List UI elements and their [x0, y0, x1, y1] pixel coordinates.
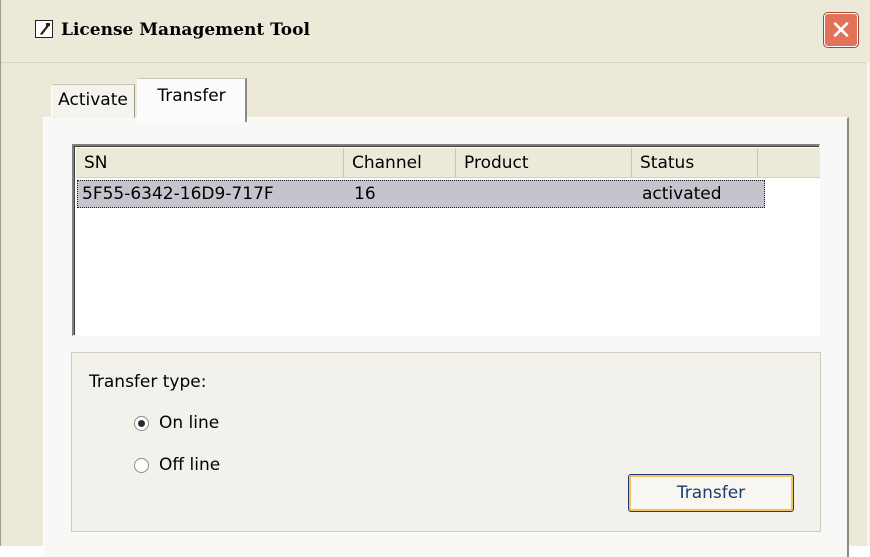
column-header-status[interactable]: Status [632, 148, 758, 178]
cell-product [462, 181, 638, 207]
transfer-type-label: Transfer type: [89, 372, 207, 392]
license-management-window: License Management Tool ✕ Activate Trans… [0, 0, 870, 557]
app-icon [35, 20, 53, 38]
license-list[interactable]: SN Channel Product Status 5F55-6342-16D9… [72, 144, 820, 336]
close-button[interactable]: ✕ [824, 13, 858, 47]
column-header-sn[interactable]: SN [76, 148, 344, 178]
radio-online-label: On line [159, 413, 220, 433]
transfer-button[interactable]: Transfer [628, 474, 794, 512]
key-icon [40, 23, 50, 35]
radio-offline[interactable]: Off line [134, 454, 220, 476]
close-icon: ✕ [830, 16, 852, 46]
column-header-channel[interactable]: Channel [344, 148, 456, 178]
tab-activate[interactable]: Activate [51, 84, 135, 118]
window-title: License Management Tool [61, 20, 310, 40]
radio-selected-dot [138, 419, 145, 427]
title-bar[interactable]: License Management Tool ✕ [1, 0, 870, 63]
column-header-product[interactable]: Product [456, 148, 632, 178]
radio-online[interactable]: On line [134, 412, 219, 434]
cell-status: activated [642, 184, 722, 204]
radio-button-offline[interactable] [134, 457, 149, 473]
list-header: SN Channel Product Status [76, 148, 820, 178]
column-header-filler [758, 148, 820, 178]
radio-offline-label: Off line [159, 455, 221, 475]
tab-transfer[interactable]: Transfer [137, 78, 247, 122]
cell-sn: 5F55-6342-16D9-717F [82, 184, 274, 204]
cell-channel: 16 [354, 184, 376, 204]
table-row[interactable]: 5F55-6342-16D9-717F 16 activated [77, 180, 765, 208]
radio-button-online[interactable] [134, 415, 149, 431]
